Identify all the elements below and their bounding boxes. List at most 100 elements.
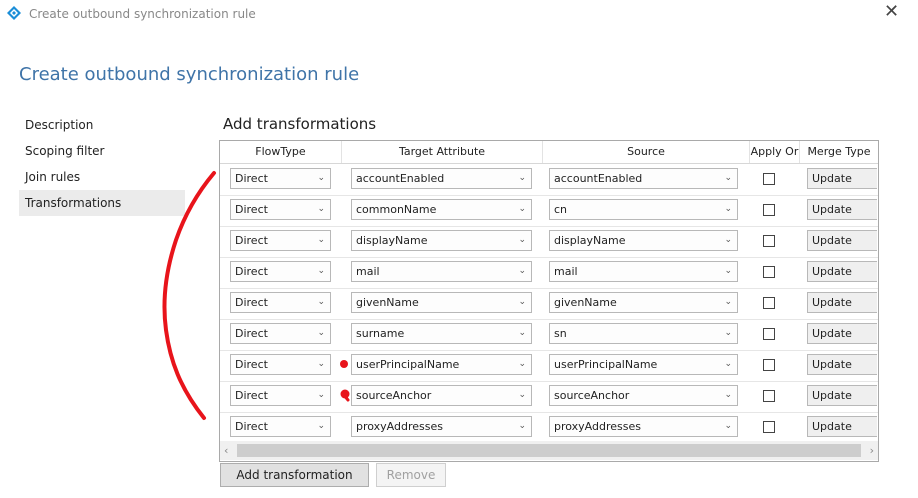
target-attribute-select[interactable]: displayName ⌄ <box>351 230 532 251</box>
apply-once-checkbox[interactable] <box>763 173 775 185</box>
chevron-down-icon: ⌄ <box>724 390 732 400</box>
add-transformation-button[interactable]: Add transformation <box>220 463 369 487</box>
apply-once-checkbox[interactable] <box>763 421 775 433</box>
source-select[interactable]: givenName ⌄ <box>549 292 738 313</box>
chevron-down-icon: ⌄ <box>317 173 325 183</box>
target-attribute-select[interactable]: commonName ⌄ <box>351 199 532 220</box>
grid-header: FlowType Target Attribute Source Apply O… <box>220 141 878 164</box>
table-row: Direct ⌄ surname ⌄ sn ⌄ Update <box>220 319 878 351</box>
merge-type-select[interactable]: Update <box>807 416 877 437</box>
apply-once-checkbox[interactable] <box>763 266 775 278</box>
source-select[interactable]: mail ⌄ <box>549 261 738 282</box>
apply-once-checkbox[interactable] <box>763 204 775 216</box>
flowtype-select[interactable]: Direct ⌄ <box>230 354 331 375</box>
source-select[interactable]: accountEnabled ⌄ <box>549 168 738 189</box>
source-select-value: givenName <box>554 296 617 309</box>
window-title: Create outbound synchronization rule <box>29 7 256 21</box>
source-select[interactable]: sourceAnchor ⌄ <box>549 385 738 406</box>
target-attribute-select-value: proxyAddresses <box>356 420 443 433</box>
apply-once-checkbox[interactable] <box>763 328 775 340</box>
flowtype-select[interactable]: Direct ⌄ <box>230 292 331 313</box>
chevron-down-icon: ⌄ <box>518 297 526 307</box>
chevron-down-icon: ⌄ <box>317 421 325 431</box>
source-select-value: cn <box>554 203 568 216</box>
chevron-down-icon: ⌄ <box>518 204 526 214</box>
chevron-down-icon: ⌄ <box>724 235 732 245</box>
header-flowtype[interactable]: FlowType <box>220 141 342 163</box>
flowtype-select[interactable]: Direct ⌄ <box>230 323 331 344</box>
chevron-down-icon: ⌄ <box>518 173 526 183</box>
nav-item-description[interactable]: Description <box>19 112 185 138</box>
source-select[interactable]: cn ⌄ <box>549 199 738 220</box>
target-attribute-select[interactable]: accountEnabled ⌄ <box>351 168 532 189</box>
merge-type-select[interactable]: Update <box>807 199 877 220</box>
merge-type-select[interactable]: Update <box>807 292 877 313</box>
merge-type-select[interactable]: Update <box>807 323 877 344</box>
target-attribute-select-value: mail <box>356 265 380 278</box>
remove-button[interactable]: Remove <box>376 463 446 487</box>
table-row: Direct ⌄ displayName ⌄ displayName ⌄ Update <box>220 226 878 258</box>
target-attribute-select-value: userPrincipalName <box>356 358 460 371</box>
flowtype-select[interactable]: Direct ⌄ <box>230 199 331 220</box>
target-attribute-select[interactable]: surname ⌄ <box>351 323 532 344</box>
target-attribute-select[interactable]: sourceAnchor ⌄ <box>351 385 532 406</box>
scrollbar-thumb[interactable] <box>237 444 861 457</box>
flowtype-select-value: Direct <box>235 327 268 340</box>
header-merge-type[interactable]: Merge Type <box>800 141 878 163</box>
source-select-value: mail <box>554 265 578 278</box>
target-attribute-select[interactable]: proxyAddresses ⌄ <box>351 416 532 437</box>
flowtype-select-value: Direct <box>235 234 268 247</box>
horizontal-scrollbar[interactable]: ‹ › <box>220 441 878 460</box>
flowtype-select[interactable]: Direct ⌄ <box>230 230 331 251</box>
flowtype-select[interactable]: Direct ⌄ <box>230 416 331 437</box>
transformations-grid: FlowType Target Attribute Source Apply O… <box>219 140 879 462</box>
flowtype-select[interactable]: Direct ⌄ <box>230 168 331 189</box>
target-attribute-select-value: surname <box>356 327 405 340</box>
target-attribute-select[interactable]: mail ⌄ <box>351 261 532 282</box>
apply-once-checkbox[interactable] <box>763 390 775 402</box>
chevron-down-icon: ⌄ <box>518 390 526 400</box>
target-attribute-select-value: sourceAnchor <box>356 389 432 402</box>
source-select[interactable]: sn ⌄ <box>549 323 738 344</box>
source-select[interactable]: displayName ⌄ <box>549 230 738 251</box>
source-select[interactable]: proxyAddresses ⌄ <box>549 416 738 437</box>
merge-type-select[interactable]: Update <box>807 168 877 189</box>
scroll-left-icon[interactable]: ‹ <box>224 444 228 457</box>
header-target-attribute[interactable]: Target Attribute <box>342 141 543 163</box>
merge-type-select[interactable]: Update <box>807 230 877 251</box>
apply-once-checkbox[interactable] <box>763 235 775 247</box>
flowtype-select-value: Direct <box>235 420 268 433</box>
source-select-value: sn <box>554 327 567 340</box>
chevron-down-icon: ⌄ <box>724 359 732 369</box>
flowtype-select[interactable]: Direct ⌄ <box>230 385 331 406</box>
close-icon[interactable]: ✕ <box>884 3 899 21</box>
flowtype-select-value: Direct <box>235 389 268 402</box>
nav-item-transformations[interactable]: Transformations <box>19 190 185 216</box>
nav-item-join-rules[interactable]: Join rules <box>19 164 185 190</box>
header-apply-once[interactable]: Apply Or <box>750 141 800 163</box>
app-diamond-icon <box>7 6 21 20</box>
source-select-value: sourceAnchor <box>554 389 630 402</box>
chevron-down-icon: ⌄ <box>518 266 526 276</box>
target-attribute-select[interactable]: userPrincipalName ⌄ <box>351 354 532 375</box>
target-attribute-select-value: commonName <box>356 203 437 216</box>
source-select-value: userPrincipalName <box>554 358 658 371</box>
target-attribute-select-value: givenName <box>356 296 419 309</box>
merge-type-select[interactable]: Update <box>807 261 877 282</box>
scroll-right-icon[interactable]: › <box>870 444 874 457</box>
flowtype-select[interactable]: Direct ⌄ <box>230 261 331 282</box>
apply-once-checkbox[interactable] <box>763 297 775 309</box>
flowtype-select-value: Direct <box>235 203 268 216</box>
source-select[interactable]: userPrincipalName ⌄ <box>549 354 738 375</box>
chevron-down-icon: ⌄ <box>317 328 325 338</box>
merge-type-select[interactable]: Update <box>807 385 877 406</box>
table-row: Direct ⌄ userPrincipalName ⌄ userPrincipalNa… <box>220 350 878 382</box>
merge-type-select[interactable]: Update <box>807 354 877 375</box>
nav-item-scoping-filter[interactable]: Scoping filter <box>19 138 185 164</box>
chevron-down-icon: ⌄ <box>518 235 526 245</box>
apply-once-checkbox[interactable] <box>763 359 775 371</box>
title-bar: Create outbound synchronization rule ✕ <box>0 0 918 28</box>
flowtype-select-value: Direct <box>235 358 268 371</box>
header-source[interactable]: Source <box>543 141 750 163</box>
target-attribute-select[interactable]: givenName ⌄ <box>351 292 532 313</box>
